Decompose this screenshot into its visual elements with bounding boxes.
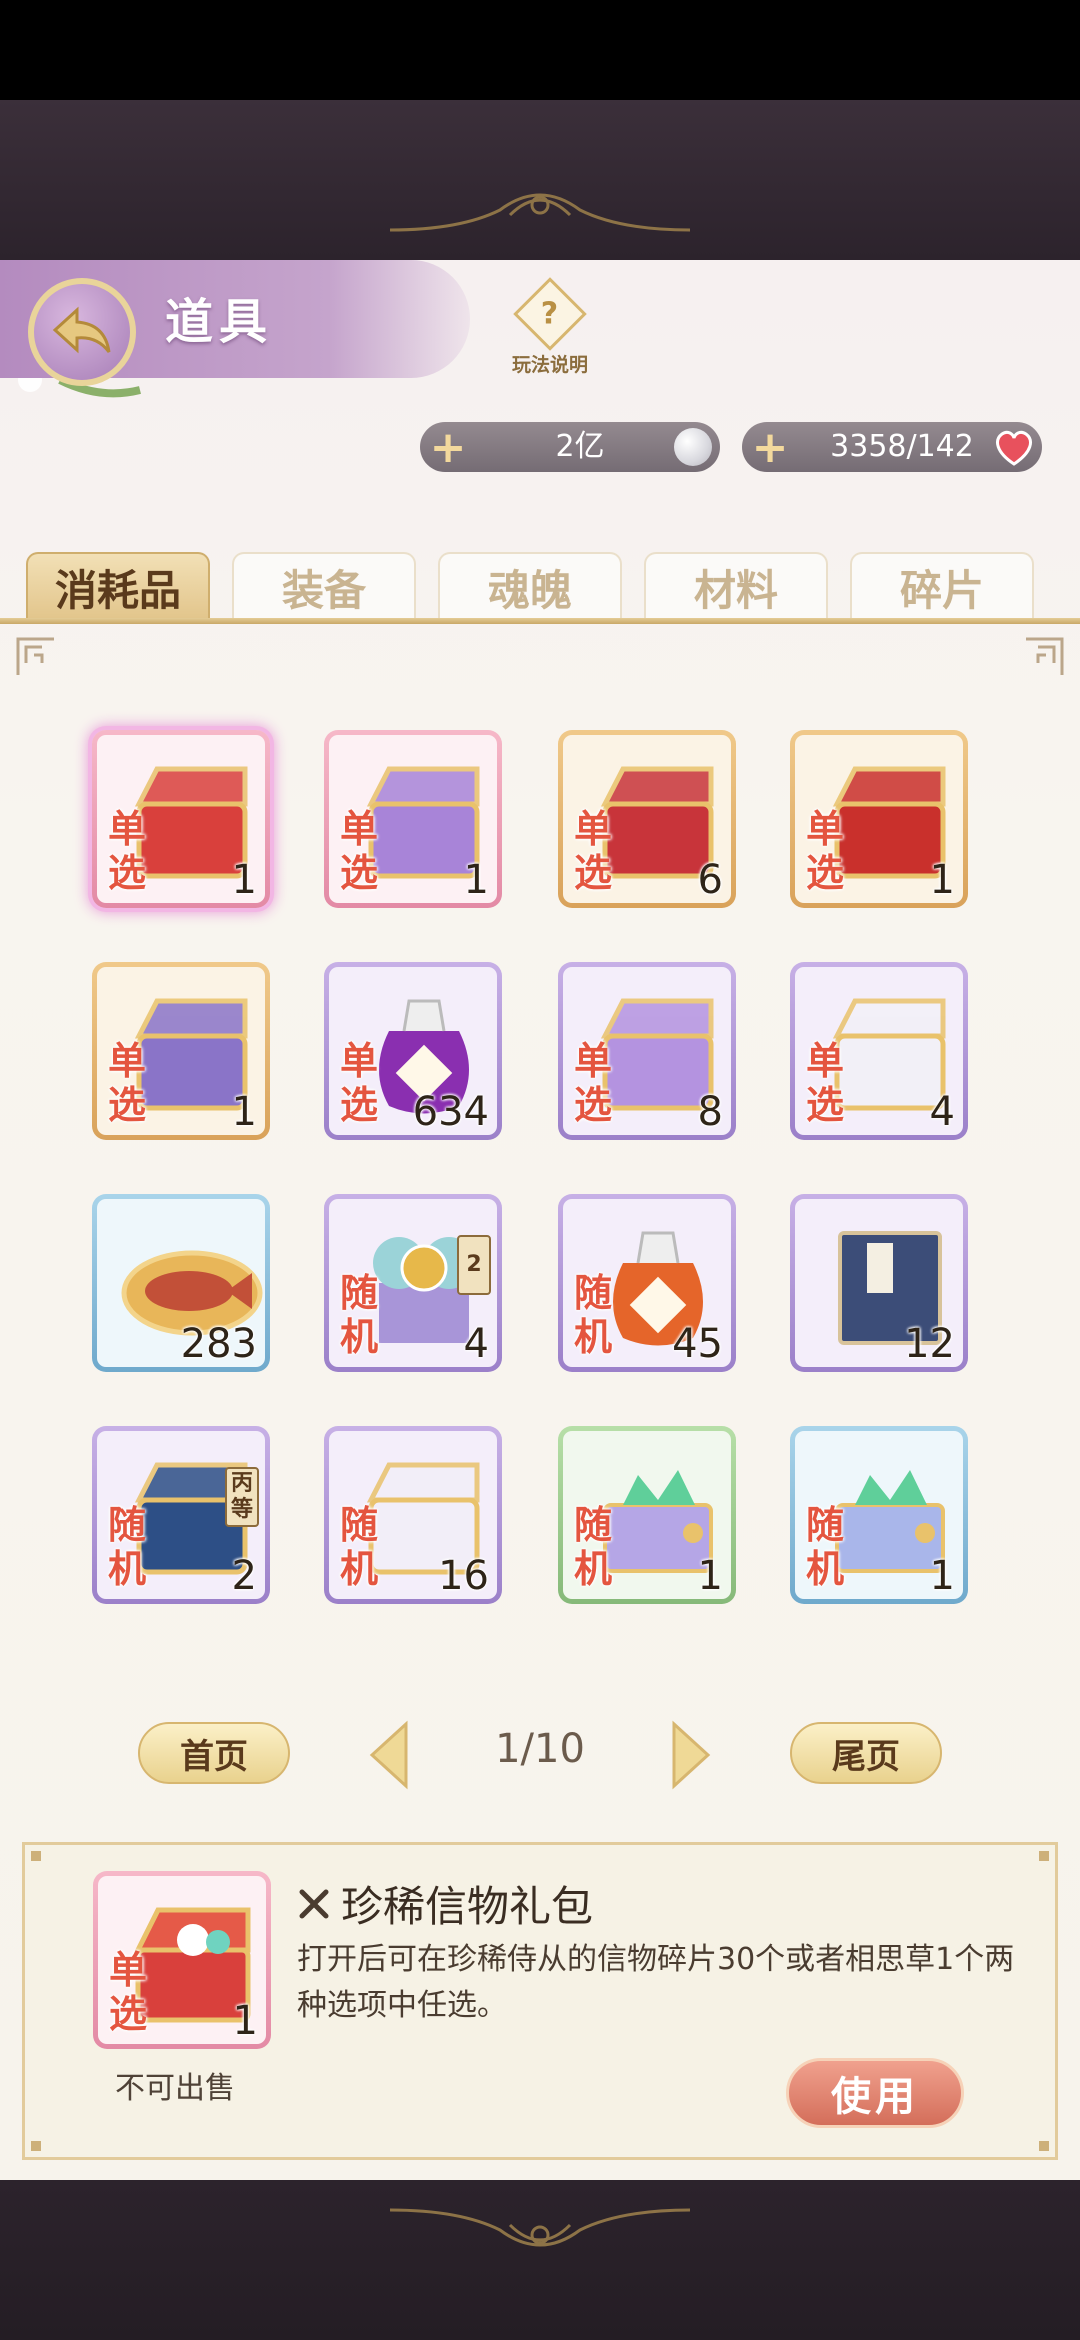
corner-ornament-icon (16, 637, 54, 675)
item-tag: 单选 (107, 806, 146, 895)
item-tag: 随机 (573, 1502, 612, 1591)
status-bar (0, 0, 1080, 100)
item-slot[interactable]: 单选 1 (324, 730, 502, 908)
last-page-button[interactable]: 尾页 (790, 1722, 942, 1784)
detail-item-icon: 单选 1 (93, 1871, 271, 2049)
question-icon: ? (513, 277, 587, 351)
item-slot[interactable]: 随机 16 (324, 1426, 502, 1604)
item-tag: 随机 (805, 1502, 844, 1591)
item-slot[interactable]: 2 随机 4 (324, 1194, 502, 1372)
item-count: 1 (697, 1553, 723, 1599)
silver-coin-icon (674, 428, 712, 466)
item-count: 16 (438, 1553, 489, 1599)
item-count: 12 (904, 1321, 955, 1367)
prev-page-arrow-icon[interactable] (366, 1720, 414, 1790)
item-name: 珍稀信物礼包 (341, 1882, 594, 1931)
heart-icon (996, 430, 1032, 466)
item-tag: 单选 (573, 806, 612, 895)
item-tag: 单选 (805, 806, 844, 895)
item-slot[interactable]: 单选 6 (558, 730, 736, 908)
item-grade-badge: 2 (457, 1235, 491, 1295)
item-tag: 单选 (339, 1038, 378, 1127)
item-tag: 随机 (339, 1502, 378, 1591)
item-count: 1 (231, 857, 257, 903)
item-slot[interactable]: 单选 8 (558, 962, 736, 1140)
item-count: 4 (929, 1089, 955, 1135)
item-count: 634 (412, 1089, 489, 1135)
item-grade-badge: 丙等 (225, 1467, 259, 1527)
item-tag: 随机 (107, 1502, 146, 1591)
item-count: 283 (180, 1321, 257, 1367)
item-tag: 随机 (339, 1270, 378, 1359)
category-tabs: 消耗品 装备 魂魄 材料 碎片 (26, 552, 1056, 620)
back-button[interactable] (28, 278, 136, 386)
item-slot[interactable]: 单选 634 (324, 962, 502, 1140)
next-page-arrow-icon[interactable] (666, 1720, 714, 1790)
add-silver-button[interactable]: + (428, 422, 468, 473)
item-count: 1 (929, 1553, 955, 1599)
item-tag: 单选 (339, 806, 378, 895)
item-slot[interactable]: 12 (790, 1194, 968, 1372)
item-slot[interactable]: 283 (92, 1194, 270, 1372)
item-count: 1 (463, 857, 489, 903)
item-count: 45 (672, 1321, 723, 1367)
page-title: 道具 (165, 294, 274, 350)
corner-ornament-icon (1026, 637, 1064, 675)
item-tag: 随机 (573, 1270, 612, 1359)
heart-currency: + 3358/142 (742, 422, 1042, 473)
detail-item-tag: 单选 (108, 1947, 147, 2036)
tab-fragments[interactable]: 碎片 (850, 552, 1034, 620)
item-slot[interactable]: 随机 1 (790, 1426, 968, 1604)
item-count: 1 (231, 1089, 257, 1135)
item-count: 6 (697, 857, 723, 903)
item-tag: 单选 (107, 1038, 146, 1127)
detail-item-count: 1 (232, 1998, 258, 2044)
top-decorative-frame (0, 100, 1080, 260)
item-tag: 单选 (805, 1038, 844, 1127)
item-slot[interactable]: 单选 4 (790, 962, 968, 1140)
item-count: 1 (929, 857, 955, 903)
item-count: 4 (463, 1321, 489, 1367)
page-indicator: 1/10 (495, 1726, 585, 1772)
item-count: 8 (697, 1089, 723, 1135)
silver-currency: + 2亿 (420, 422, 720, 473)
tab-equipment[interactable]: 装备 (232, 552, 416, 620)
sell-status: 不可出售 (115, 2071, 235, 2106)
silver-amount: 2亿 (555, 429, 605, 464)
heart-amount: 3358/142 (830, 429, 974, 464)
tab-consumables[interactable]: 消耗品 (26, 552, 210, 620)
ornament-icon (389, 193, 691, 232)
bottom-decorative-frame (0, 2180, 1080, 2340)
use-button[interactable]: 使用 (786, 2058, 964, 2128)
item-count: 2 (231, 1553, 257, 1599)
item-description: 打开后可在珍稀侍从的信物碎片30个或者相思草1个两种选项中任选。 (297, 1942, 1015, 2023)
tab-souls[interactable]: 魂魄 (438, 552, 622, 620)
first-page-button[interactable]: 首页 (138, 1722, 290, 1784)
inventory-panel: 道具 ? 玩法说明 + 2亿 + 3358/142 消耗品 装备 魂魄 材料 碎… (0, 260, 1080, 2180)
item-slot[interactable]: 随机 45 (558, 1194, 736, 1372)
crossed-swords-icon (299, 1889, 329, 1918)
tab-materials[interactable]: 材料 (644, 552, 828, 620)
item-tag: 单选 (573, 1038, 612, 1127)
item-slot[interactable]: 单选 1 (92, 730, 270, 908)
tab-divider (0, 618, 1080, 624)
item-slot[interactable]: 单选 1 (790, 730, 968, 908)
item-slot[interactable]: 随机 1 (558, 1426, 736, 1604)
ornament-icon (389, 2208, 691, 2247)
item-slot[interactable]: 单选 1 (92, 962, 270, 1140)
help-button[interactable]: ? 玩法说明 (505, 277, 595, 390)
help-label: 玩法说明 (511, 354, 588, 376)
item-slot[interactable]: 丙等 随机 2 (92, 1426, 270, 1604)
back-arrow-icon (52, 306, 111, 354)
add-heart-button[interactable]: + (750, 422, 790, 473)
